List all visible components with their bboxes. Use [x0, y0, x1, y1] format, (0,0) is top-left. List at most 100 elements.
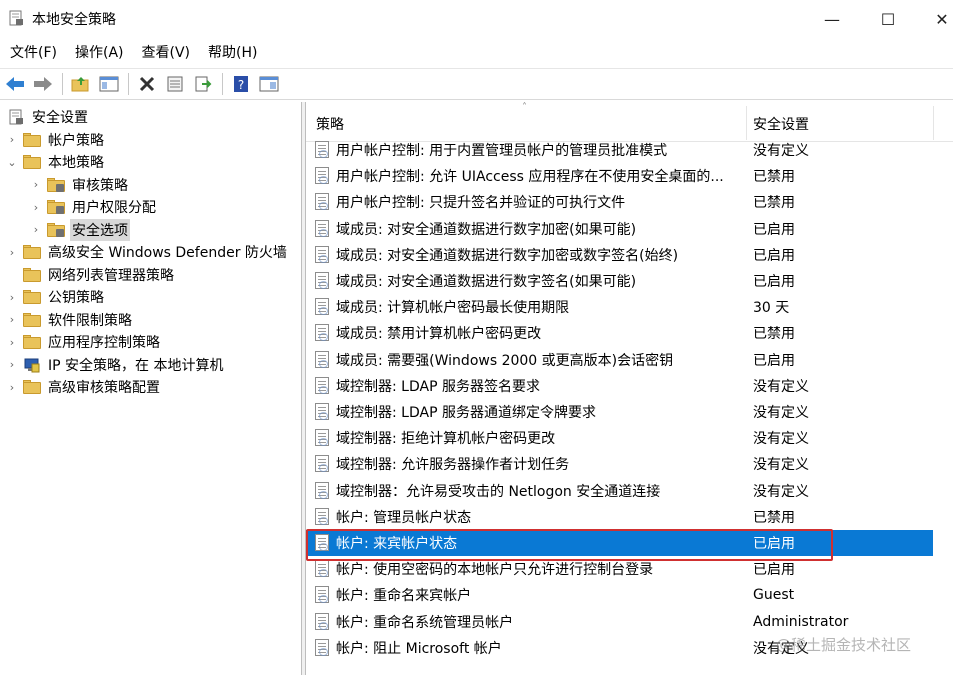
- up-folder-icon[interactable]: [69, 72, 93, 96]
- properties-icon[interactable]: [163, 72, 187, 96]
- menu-action[interactable]: 操作(A): [69, 42, 130, 62]
- tree-item[interactable]: › 软件限制策略: [6, 309, 134, 332]
- policy-document-icon: [315, 193, 331, 211]
- security-setting-value: 已启用: [753, 274, 795, 291]
- column-header-policy[interactable]: 策略: [316, 114, 344, 134]
- table-row[interactable]: 用户帐户控制: 只提升签名并验证的可执行文件 已禁用: [306, 189, 933, 215]
- expand-chevron-icon[interactable]: ›: [6, 381, 18, 394]
- policy-document-icon: [315, 507, 331, 526]
- policy-document-icon: [315, 638, 331, 657]
- table-row[interactable]: 域控制器: LDAP 服务器通道绑定令牌要求 没有定义: [306, 399, 933, 425]
- menu-help[interactable]: 帮助(H): [202, 42, 263, 62]
- security-setting-value: Guest: [753, 587, 795, 604]
- table-row[interactable]: 域成员: 对安全通道数据进行数字加密或数字签名(始终) 已启用: [306, 242, 933, 268]
- table-row[interactable]: 帐户: 管理员帐户状态 已禁用: [306, 504, 933, 530]
- maximize-button[interactable]: ☐: [864, 0, 912, 38]
- expand-chevron-icon[interactable]: ›: [6, 313, 18, 326]
- security-settings-icon: [6, 108, 26, 126]
- tree-item-label: 应用程序控制策略: [48, 335, 160, 352]
- expand-chevron-icon[interactable]: ›: [6, 291, 18, 304]
- expand-chevron-icon[interactable]: ›: [6, 336, 18, 349]
- table-row[interactable]: 帐户: 重命名系统管理员帐户 Administrator: [306, 609, 933, 635]
- menu-bar: 文件(F) 操作(A) 查看(V) 帮助(H): [0, 38, 953, 66]
- table-row[interactable]: 用户帐户控制: 用于内置管理员帐户的管理员批准模式 没有定义: [306, 137, 933, 163]
- policy-document-icon: [315, 586, 331, 604]
- policy-document-icon: [315, 403, 331, 421]
- table-row[interactable]: 帐户: 重命名来宾帐户 Guest: [306, 582, 933, 608]
- policy-document-icon: [315, 455, 331, 473]
- table-row[interactable]: 帐户: 使用空密码的本地帐户只允许进行控制台登录 已启用: [306, 556, 933, 582]
- table-row[interactable]: 域控制器：允许易受攻击的 Netlogon 安全通道连接 没有定义: [306, 478, 933, 504]
- delete-icon[interactable]: [135, 72, 159, 96]
- table-row[interactable]: 域成员: 禁用计算机帐户密码更改 已禁用: [306, 320, 933, 346]
- tree-item[interactable]: › 高级安全 Windows Defender 防火墙: [6, 241, 289, 264]
- menu-file[interactable]: 文件(F): [4, 42, 63, 62]
- folder-icon: [22, 243, 42, 261]
- tree-item[interactable]: › 公钥策略: [6, 286, 106, 309]
- table-row[interactable]: 域控制器: LDAP 服务器签名要求 没有定义: [306, 373, 933, 399]
- folder-icon: [46, 176, 66, 194]
- tree-item[interactable]: › IP 安全策略，在 本地计算机: [6, 354, 225, 377]
- list-header: ˄ 策略 安全设置: [306, 102, 953, 142]
- tree-item[interactable]: › 审核策略: [30, 174, 130, 197]
- table-row[interactable]: 域控制器: 拒绝计算机帐户密码更改 没有定义: [306, 425, 933, 451]
- table-row[interactable]: 域成员: 对安全通道数据进行数字加密(如果可能) 已启用: [306, 216, 933, 242]
- policy-name: 域成员: 对安全通道数据进行数字加密(如果可能): [336, 221, 637, 238]
- export-icon[interactable]: [191, 72, 215, 96]
- table-row[interactable]: 帐户: 来宾帐户状态 已启用: [306, 530, 933, 557]
- tree-item-label: 审核策略: [72, 177, 128, 194]
- view-icon[interactable]: [257, 72, 281, 96]
- security-setting-value: 没有定义: [753, 378, 809, 395]
- column-divider[interactable]: [933, 106, 934, 140]
- tree-item-label: IP 安全策略，在 本地计算机: [48, 357, 224, 374]
- table-row[interactable]: 用户帐户控制: 允许 UIAccess 应用程序在不使用安全桌面的... 已禁用: [306, 163, 933, 189]
- table-row[interactable]: 域控制器: 允许服务器操作者计划任务 没有定义: [306, 451, 933, 477]
- tree-item-label: 用户权限分配: [72, 200, 156, 217]
- policy-name: 域成员: 对安全通道数据进行数字加密或数字签名(始终): [336, 247, 679, 264]
- expand-chevron-icon[interactable]: ›: [6, 133, 18, 146]
- navigation-tree: 安全设置 › 帐户策略 ⌄ 本地策略 › 审核策略 › 用户权限分配 › 安全选项 › 高级安全 Win…: [0, 102, 302, 675]
- security-setting-value: 已启用: [753, 352, 795, 369]
- tree-item[interactable]: › 帐户策略: [6, 129, 106, 152]
- tree-item[interactable]: › 高级审核策略配置: [6, 376, 162, 399]
- policy-document-icon: [315, 141, 331, 159]
- menu-view[interactable]: 查看(V): [136, 42, 197, 62]
- tree-item[interactable]: ⌄ 本地策略: [6, 151, 106, 174]
- window-title: 本地安全策略: [32, 12, 116, 28]
- policy-name: 帐户: 阻止 Microsoft 帐户: [336, 640, 502, 657]
- column-divider[interactable]: [746, 106, 747, 140]
- tree-item-label: 软件限制策略: [48, 312, 132, 329]
- table-row[interactable]: 域成员: 对安全通道数据进行数字签名(如果可能) 已启用: [306, 268, 933, 294]
- toolbar: ?: [0, 68, 953, 100]
- tree-item[interactable]: › 安全选项: [30, 218, 130, 242]
- security-setting-value: 没有定义: [753, 143, 809, 160]
- table-row[interactable]: 域成员: 需要强(Windows 2000 或更高版本)会话密钥 已启用: [306, 347, 933, 373]
- show-pane-icon[interactable]: [97, 72, 121, 96]
- tree-item-label: 高级审核策略配置: [48, 380, 160, 397]
- forward-icon[interactable]: [31, 72, 55, 96]
- column-header-setting[interactable]: 安全设置: [753, 114, 809, 134]
- title-bar: 本地安全策略 — ☐ ✕: [0, 0, 953, 38]
- security-setting-value: 已启用: [753, 247, 795, 264]
- tree-item[interactable]: 安全设置: [2, 106, 90, 129]
- policy-name: 帐户: 管理员帐户状态: [336, 509, 472, 526]
- folder-icon: [22, 288, 42, 306]
- back-icon[interactable]: [3, 72, 27, 96]
- help-icon[interactable]: ?: [229, 72, 253, 96]
- collapse-chevron-icon[interactable]: ⌄: [6, 156, 18, 169]
- tree-item[interactable]: › 用户权限分配: [30, 196, 158, 219]
- policy-name: 帐户: 重命名系统管理员帐户: [336, 614, 514, 631]
- close-button[interactable]: ✕: [918, 0, 953, 38]
- tree-item[interactable]: 网络列表管理器策略: [6, 264, 176, 287]
- table-row[interactable]: 域成员: 计算机帐户密码最长使用期限 30 天: [306, 294, 933, 320]
- policy-document-icon: [315, 350, 331, 369]
- policy-name: 域成员: 计算机帐户密码最长使用期限: [336, 300, 570, 317]
- expand-chevron-icon[interactable]: ›: [30, 201, 42, 214]
- expand-chevron-icon[interactable]: ›: [30, 223, 42, 236]
- expand-chevron-icon[interactable]: ›: [6, 246, 18, 259]
- tree-item[interactable]: › 应用程序控制策略: [6, 331, 162, 354]
- folder-icon: [22, 378, 42, 396]
- expand-chevron-icon[interactable]: ›: [30, 178, 42, 191]
- expand-chevron-icon[interactable]: ›: [6, 358, 18, 371]
- minimize-button[interactable]: —: [808, 0, 856, 38]
